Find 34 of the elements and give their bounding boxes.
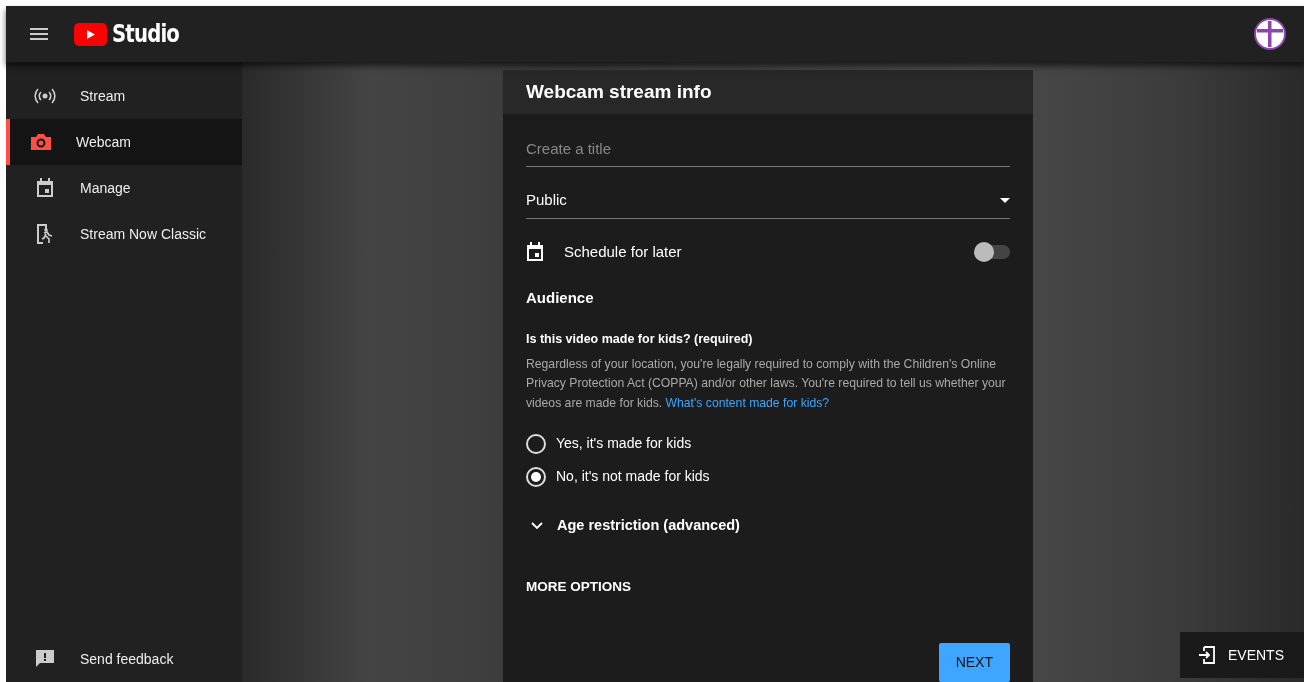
section-heading: Audience [526, 288, 595, 309]
schedule-label: Schedule for later [564, 241, 682, 262]
logo-text: Studio [112, 19, 180, 50]
next-button[interactable]: NEXT [938, 643, 1010, 682]
dialog-title: Webcam stream info [526, 79, 712, 104]
sidebar-item[interactable]: Webcam [6, 119, 242, 165]
feedback-icon [34, 649, 56, 669]
radio-button[interactable] [526, 466, 546, 487]
menu-icon[interactable] [30, 28, 48, 40]
radio-label[interactable]: Yes, it's made for kids [556, 433, 692, 454]
visibility-dropdown[interactable]: Public [526, 183, 1010, 219]
radio-label[interactable]: No, it's not made for kids [556, 466, 710, 487]
radio-button[interactable] [526, 433, 546, 454]
events-button[interactable]: EVENTS [1180, 632, 1304, 678]
camera-icon [30, 133, 52, 151]
calendar-icon [526, 242, 544, 262]
sidebar-item[interactable]: Stream Now Classic [6, 211, 242, 257]
sidebar-item[interactable]: Manage [6, 165, 242, 211]
broadcast-icon [34, 88, 56, 104]
caret-icon [1000, 198, 1010, 203]
chevron-icon[interactable] [531, 521, 543, 530]
sidebar-item[interactable]: Stream [6, 73, 242, 119]
help-link[interactable]: What's content made for kids? [665, 395, 830, 410]
title-field[interactable]: Create a title [526, 131, 1010, 168]
description-text: Regardless of your location, you're legally required to comply with the Children's Online Privacy Protection Act (COPPA) and/or other laws. You're required to tell us whether your videos are made for kids. What's content made for kids? [526, 355, 1007, 412]
avatar-icon[interactable] [1254, 18, 1286, 50]
play-logo-icon [74, 22, 107, 46]
age-restriction-toggle[interactable]: Age restriction (advanced) [557, 515, 740, 537]
question-text: Is this video made for kids? (required) [526, 330, 754, 348]
schedule-toggle[interactable] [976, 245, 1010, 259]
exit-icon [1198, 646, 1216, 664]
send-feedback-link[interactable]: Send feedback [6, 636, 242, 682]
calendar-icon [34, 178, 56, 198]
more-options-link[interactable]: MORE OPTIONS [526, 576, 631, 597]
